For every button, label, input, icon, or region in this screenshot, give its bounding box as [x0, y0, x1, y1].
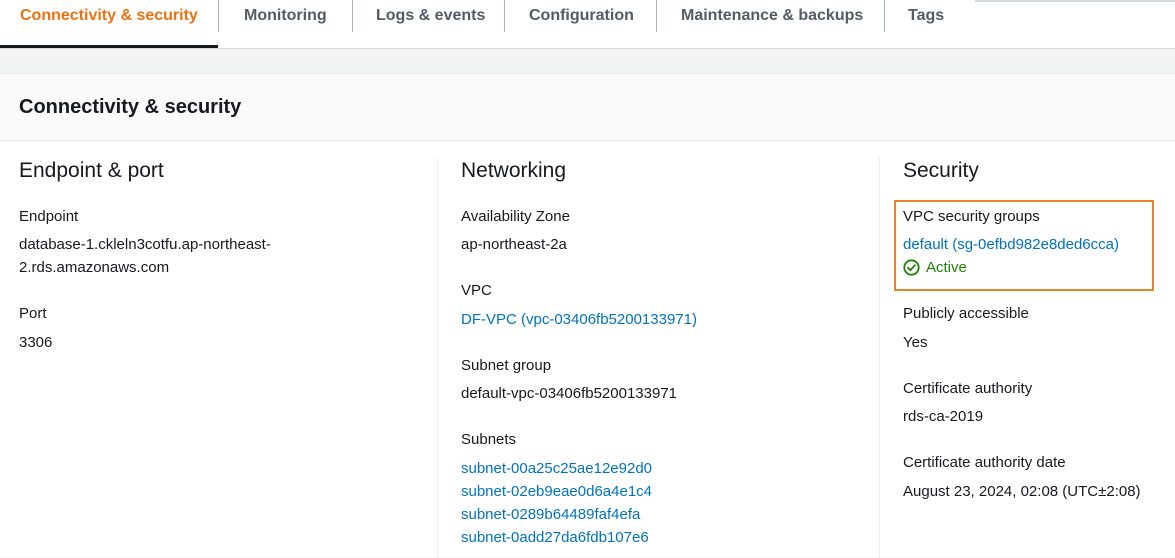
subnets-label: Subnets: [461, 431, 517, 448]
endpoint-port-heading: Endpoint & port: [19, 159, 164, 182]
tab-divider: [656, 0, 657, 32]
tab-configuration[interactable]: Configuration: [529, 0, 634, 48]
subnet-link[interactable]: subnet-02eb9eae0d6a4e1c4: [461, 483, 652, 500]
certificate-authority-value: rds-ca-2019: [903, 408, 984, 425]
security-heading: Security: [903, 159, 979, 182]
tab-divider: [884, 0, 885, 32]
tab-connectivity-security[interactable]: Connectivity & security: [20, 0, 198, 48]
connectivity-security-panel: Connectivity & security Endpoint & port …: [0, 73, 1175, 558]
tab-divider: [504, 0, 505, 32]
availability-zone-value: ap-northeast-2a: [461, 236, 567, 253]
column-divider: [879, 158, 880, 558]
column-divider: [437, 158, 438, 558]
publicly-accessible-label: Publicly accessible: [903, 305, 1029, 322]
availability-zone-label: Availability Zone: [461, 208, 570, 225]
subnet-group-value: default-vpc-03406fb5200133971: [461, 385, 678, 402]
tab-bar: Connectivity & security Monitoring Logs …: [0, 0, 1175, 49]
certificate-authority-date-label: Certificate authority date: [903, 454, 1066, 471]
tab-tags[interactable]: Tags: [908, 0, 944, 48]
security-group-status: Active: [903, 259, 967, 276]
subnet-group-label: Subnet group: [461, 357, 552, 374]
vpc-label: VPC: [461, 282, 492, 299]
panel-title: Connectivity & security: [19, 96, 242, 118]
panel-header: Connectivity & security: [0, 74, 1175, 141]
check-circle-icon: [903, 259, 920, 276]
networking-heading: Networking: [461, 159, 567, 182]
subnet-link[interactable]: subnet-0289b64489faf4efa: [461, 506, 640, 523]
subnet-link[interactable]: subnet-0add27da6fdb107e6: [461, 529, 649, 546]
tab-maintenance-backups[interactable]: Maintenance & backups: [681, 0, 863, 48]
publicly-accessible-value: Yes: [903, 334, 928, 351]
port-label: Port: [19, 305, 47, 322]
active-tab-indicator: [0, 45, 218, 48]
endpoint-value-line1: database-1.ckleln3cotfu.ap-northeast-: [19, 236, 271, 253]
certificate-authority-date-value: August 23, 2024, 02:08 (UTC±2:08): [903, 483, 1141, 500]
tab-bar-shadow: [975, 0, 1175, 2]
tab-divider: [352, 0, 353, 32]
tab-monitoring[interactable]: Monitoring: [244, 0, 327, 48]
subnet-link[interactable]: subnet-00a25c25ae12e92d0: [461, 460, 652, 477]
endpoint-value-line2: 2.rds.amazonaws.com: [19, 259, 170, 276]
endpoint-label: Endpoint: [19, 208, 79, 225]
security-group-link[interactable]: default (sg-0efbd982e8ded6cca): [903, 236, 1119, 253]
certificate-authority-label: Certificate authority: [903, 380, 1033, 397]
vpc-link[interactable]: DF-VPC (vpc-03406fb5200133971): [461, 311, 697, 328]
status-text: Active: [926, 259, 967, 276]
tab-logs-events[interactable]: Logs & events: [376, 0, 485, 48]
tab-divider: [218, 0, 219, 32]
port-value: 3306: [19, 334, 53, 351]
vpc-security-groups-label: VPC security groups: [903, 208, 1040, 225]
